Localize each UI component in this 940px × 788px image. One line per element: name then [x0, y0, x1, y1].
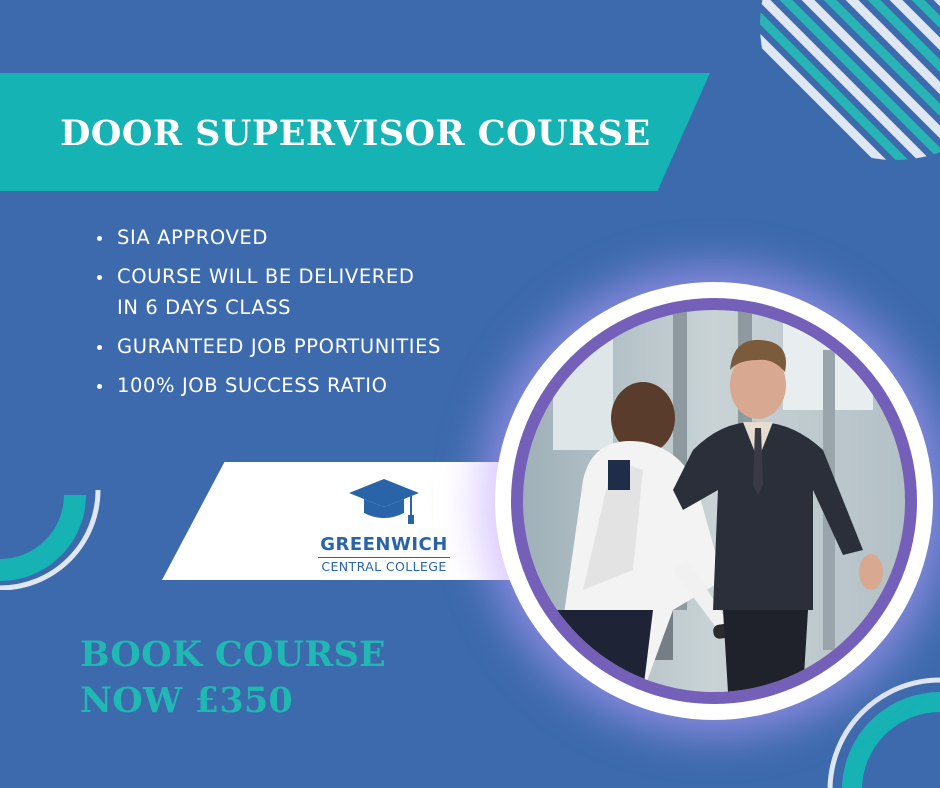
feature-text: 100% JOB SUCCESS RATIO [117, 374, 388, 397]
feature-item: 100% JOB SUCCESS RATIO [97, 370, 517, 401]
bullet-icon [97, 236, 102, 241]
feature-list: SIA APPROVED COURSE WILL BE DELIVERED IN… [97, 222, 517, 409]
feature-item: GURANTEED JOB PPORTUNITIES [97, 331, 517, 362]
feature-text-continued: IN 6 DAYS CLASS [117, 296, 292, 319]
decorative-arcs-left [0, 489, 101, 590]
feature-text: SIA APPROVED [117, 226, 268, 249]
feature-item: SIA APPROVED [97, 222, 517, 253]
bullet-icon [97, 384, 102, 389]
book-course-cta: BOOK COURSE NOW £350 [80, 632, 460, 724]
security-screening-photo [523, 310, 905, 692]
feature-text: COURSE WILL BE DELIVERED [117, 265, 415, 288]
feature-item: COURSE WILL BE DELIVERED IN 6 DAYS CLASS [97, 261, 517, 323]
poster: DOOR SUPERVISOR COURSE SIA APPROVED COUR… [0, 0, 940, 788]
cta-price-line: NOW £350 [80, 680, 293, 721]
college-subtitle: CENTRAL COLLEGE [318, 557, 450, 574]
feature-text: GURANTEED JOB PPORTUNITIES [117, 335, 441, 358]
bullet-icon [97, 275, 102, 280]
college-logo: GREENWICH CENTRAL COLLEGE [316, 477, 452, 574]
graduation-cap-icon [349, 479, 419, 524]
course-title: DOOR SUPERVISOR COURSE [60, 113, 651, 154]
bullet-icon [97, 345, 102, 350]
cta-line-1: BOOK COURSE [80, 634, 386, 675]
college-name: GREENWICH [320, 534, 448, 555]
